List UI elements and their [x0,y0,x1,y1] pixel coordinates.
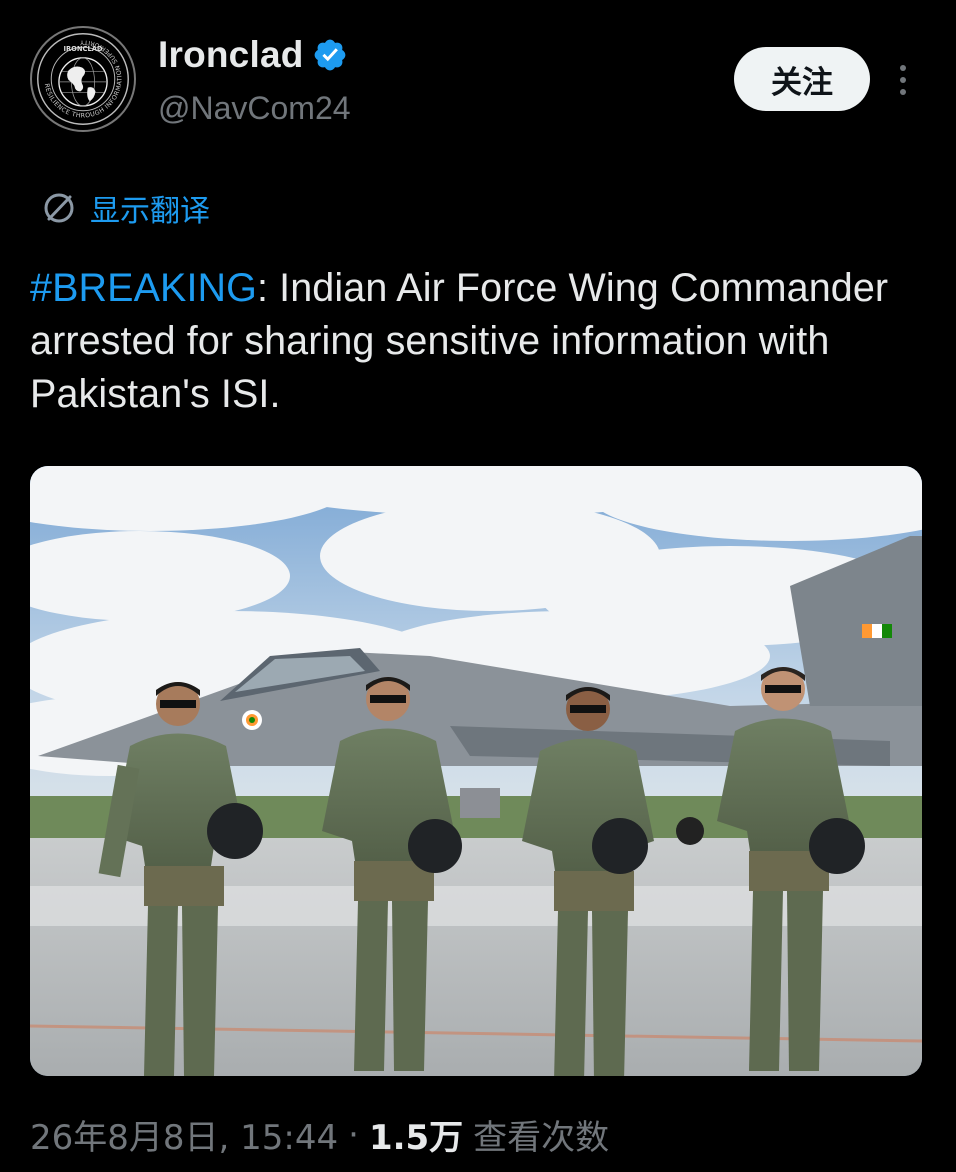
show-translation-link[interactable]: 显示翻译 [40,186,210,230]
globe-logo-icon: RESILIENCE THROUGH INFORMATION SUPERIORI… [34,30,132,128]
avatar[interactable]: RESILIENCE THROUGH INFORMATION SUPERIORI… [30,26,136,132]
author-name-row[interactable]: Ironclad [158,34,348,76]
views-label: 查看次数 [473,1118,610,1158]
hashtag-link[interactable]: #BREAKING [30,266,257,310]
more-vertical-icon[interactable] [886,58,920,102]
follow-button[interactable]: 关注 [734,47,870,111]
tweet-photo[interactable] [30,466,922,1076]
tweet-page: RESILIENCE THROUGH INFORMATION SUPERIORI… [0,0,956,1172]
translate-globe-icon [40,189,78,227]
meta-separator: · [348,1114,359,1155]
timestamp-link[interactable]: 26年8月8日, 15:44 [30,1110,338,1159]
tweet-text: #BREAKING: Indian Air Force Wing Command… [30,262,930,421]
views-count: 1.5万 [368,1118,464,1158]
photo-pilots-jet [30,466,922,1076]
verified-badge-icon [312,37,348,73]
display-name[interactable]: Ironclad [158,34,304,76]
avatar-logo-text: IRONCLAD [64,45,103,53]
tweet-meta: 26年8月8日, 15:44 · 1.5万 查看次数 [30,1110,609,1159]
author-handle[interactable]: @NavCom24 [158,90,351,127]
show-translation-label: 显示翻译 [90,194,210,229]
